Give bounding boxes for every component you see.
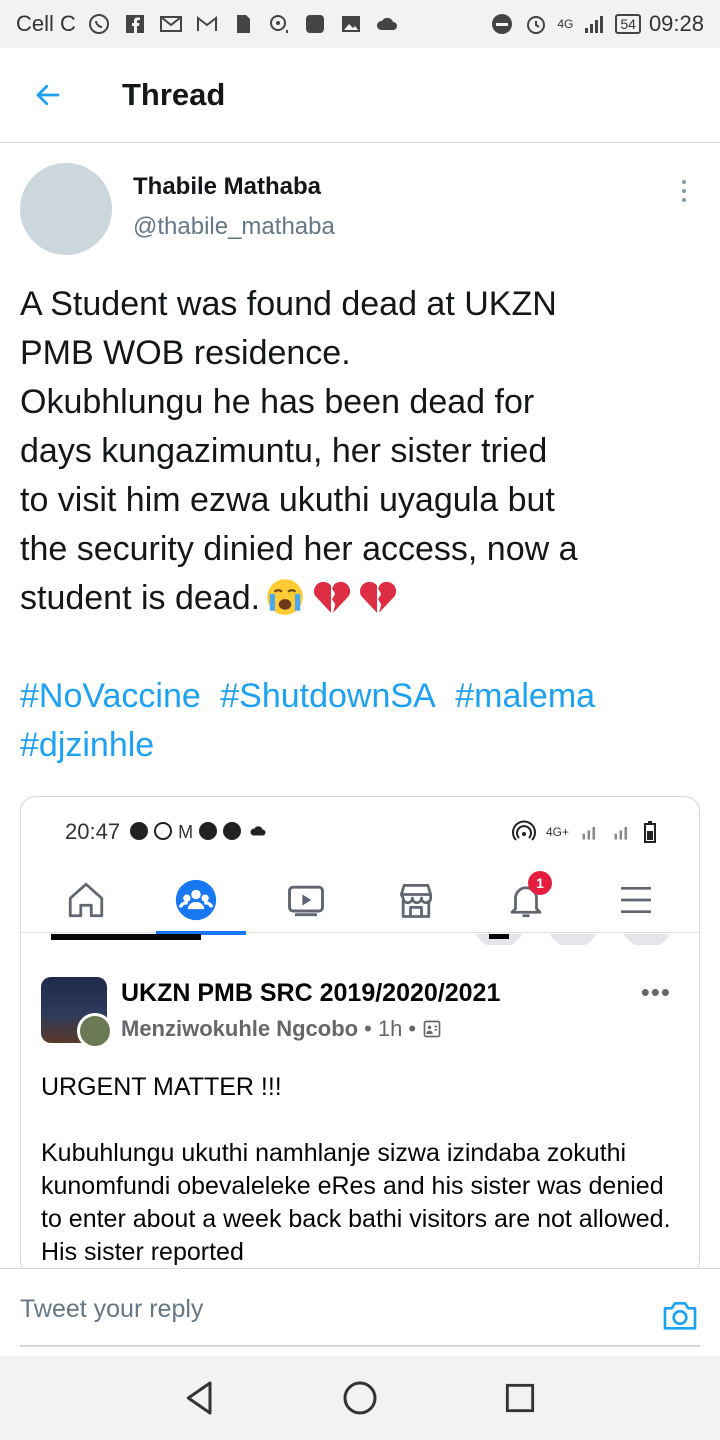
record-icon — [223, 821, 242, 840]
embedded-clock: 20:47 — [65, 819, 121, 844]
embedded-network-type: 4G+ — [545, 825, 569, 839]
reply-bar: Tweet your reply — [0, 1268, 720, 1356]
signal-icon — [614, 827, 627, 840]
broken-heart-icon — [314, 581, 351, 613]
tab-watch[interactable] — [266, 869, 346, 931]
tweet-line: A Student was found dead at UKZN — [20, 285, 557, 323]
battery-indicator: 54 — [615, 14, 641, 34]
facebook-nav: 1 — [21, 867, 699, 935]
network-type: 4G — [557, 17, 574, 31]
hashtag-link[interactable]: #djzinhle — [20, 726, 154, 764]
tab-home[interactable] — [46, 869, 126, 931]
post-more-options-icon[interactable]: ••• — [641, 977, 671, 1008]
watch-icon — [288, 885, 324, 916]
notification-badge: 1 — [528, 870, 552, 895]
marketplace-icon — [399, 883, 433, 918]
tweet-line: days kungazimuntu, her sister tried — [20, 432, 548, 470]
post-header: UKZN PMB SRC 2019/2020/2021 Menziwokuhle… — [41, 977, 681, 1049]
tab-menu[interactable] — [596, 869, 676, 931]
signal-icon — [582, 827, 595, 840]
group-avatar[interactable] — [41, 977, 113, 1049]
mail-icon — [158, 11, 184, 37]
post-time: 1h — [377, 1016, 403, 1041]
tweet-line-text: student is dead. — [20, 579, 261, 617]
whatsapp-icon — [154, 821, 173, 840]
alarm-icon — [523, 11, 549, 37]
system-nav-bar — [0, 1356, 720, 1440]
facebook-icon — [122, 11, 148, 37]
camera-lens-icon — [266, 11, 292, 37]
sim-icon — [230, 11, 256, 37]
tweet-line: to visit him ezwa ukuthi uyagula but — [20, 481, 555, 519]
arrow-left-icon — [36, 84, 59, 106]
circle-home-icon — [343, 1381, 377, 1415]
broken-heart-icon — [360, 581, 397, 613]
avatar[interactable] — [20, 163, 112, 255]
page-title: Thread — [122, 77, 226, 112]
attached-image[interactable]: 20:47 M 4G+ 1 UKZN PMB SRC 2019/2020/202… — [20, 796, 700, 1276]
author-name[interactable]: Thabile Mathaba — [133, 173, 335, 201]
reply-input[interactable]: Tweet your reply — [20, 1295, 203, 1324]
back-button[interactable] — [0, 48, 95, 143]
gmail-icon: M — [178, 821, 194, 842]
home-nav-button[interactable] — [330, 1368, 390, 1428]
menu-icon — [621, 886, 651, 913]
hashtag-link[interactable]: #ShutdownSA — [220, 677, 436, 715]
tweet-line: the security dinied her access, now a — [20, 530, 578, 568]
home-icon — [68, 882, 104, 917]
tweet-line: Okubhlungu he has been dead for — [20, 383, 535, 421]
tab-groups[interactable] — [156, 869, 246, 935]
camera-button[interactable] — [660, 1295, 700, 1335]
hotspot-icon — [511, 820, 536, 841]
post-paragraph: URGENT MATTER !!! — [41, 1073, 282, 1101]
separator-dot: • — [408, 1016, 417, 1041]
status-bar: Cell C 4G 54 09:28 — [0, 0, 720, 48]
battery-icon — [644, 821, 656, 843]
back-nav-button[interactable] — [170, 1368, 230, 1428]
crying-face-icon — [267, 579, 303, 615]
poster-name[interactable]: Menziwokuhle Ngcobo — [121, 1016, 358, 1042]
cropped-content-strip — [21, 933, 699, 945]
hashtag-link[interactable]: #NoVaccine — [20, 677, 201, 715]
author-handle[interactable]: @thabile_mathaba — [133, 213, 335, 241]
separator-dot: • — [364, 1016, 372, 1041]
messenger-icon — [130, 821, 149, 840]
members-audience-icon — [423, 1020, 441, 1038]
tweet-line-last: student is dead. — [20, 574, 700, 623]
square-recents-icon — [505, 1383, 535, 1413]
chat-icon — [199, 821, 218, 840]
app-header: Thread — [0, 48, 720, 143]
triangle-back-icon — [186, 1381, 212, 1415]
gmail-icon — [194, 11, 220, 37]
tab-notifications[interactable]: 1 — [486, 869, 566, 931]
app-icon — [302, 11, 328, 37]
post-paragraph: Kubuhlungu ukuthi namhlanje sizwa izinda… — [41, 1139, 671, 1266]
tweet-author: Thabile Mathaba @thabile_mathaba — [20, 163, 335, 255]
cloud-icon — [374, 11, 400, 37]
tweet-text: A Student was found dead at UKZN PMB WOB… — [20, 280, 700, 623]
hashtag-list: #NoVaccine #ShutdownSA #malema #djzinhle — [20, 672, 700, 770]
avatar[interactable] — [77, 1013, 113, 1049]
carrier-label: Cell C — [16, 11, 76, 36]
signal-icon — [581, 11, 607, 37]
reply-input-underline — [20, 1345, 700, 1347]
embedded-status-bar: 20:47 M 4G+ — [21, 797, 699, 867]
clock: 09:28 — [648, 11, 704, 36]
dnd-icon — [489, 11, 515, 37]
camera-icon — [663, 1302, 697, 1330]
hashtag-link[interactable]: #malema — [455, 677, 595, 715]
groups-icon — [175, 879, 217, 920]
whatsapp-icon — [86, 11, 112, 37]
tab-marketplace[interactable] — [376, 869, 456, 931]
group-name[interactable]: UKZN PMB SRC 2019/2020/2021 — [121, 979, 500, 1008]
tweet-line: PMB WOB residence. — [20, 334, 351, 372]
recents-nav-button[interactable] — [490, 1368, 550, 1428]
cloud-icon — [250, 825, 266, 835]
post-body: URGENT MATTER !!! Kubuhlungu ukuthi namh… — [41, 1071, 681, 1275]
more-options-icon[interactable] — [672, 176, 696, 206]
gallery-icon — [338, 11, 364, 37]
